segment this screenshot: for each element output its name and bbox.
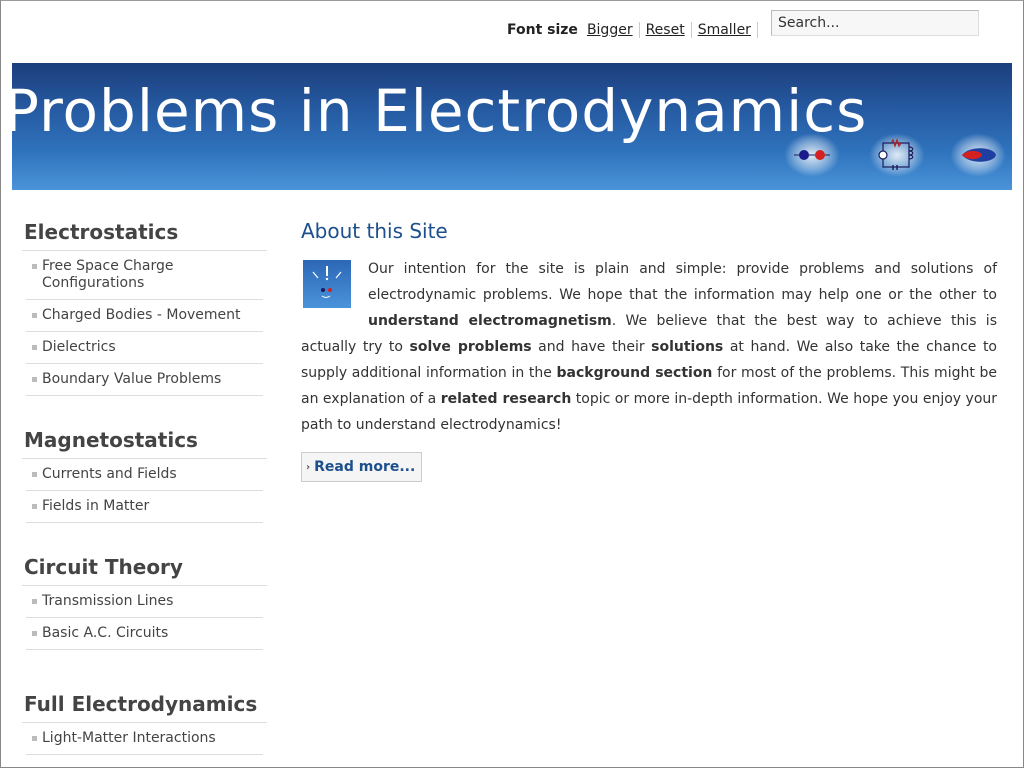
font-bigger-link[interactable]: Bigger (587, 22, 640, 38)
sidebar-heading: Full Electrodynamics (22, 690, 267, 723)
font-size-label: Font size (507, 22, 578, 38)
sidebar-item-fields-matter[interactable]: Fields in Matter (26, 491, 263, 523)
site-title: Problems in Electrodynamics (12, 77, 868, 145)
sidebar-item-free-space-charge[interactable]: Free Space Charge Configurations (26, 251, 263, 300)
font-reset-link[interactable]: Reset (646, 22, 692, 38)
radiation-pattern-icon (950, 133, 1006, 177)
article-emphasis: solve problems (409, 339, 532, 355)
search-input[interactable] (771, 10, 979, 36)
font-size-controls: Font size Bigger Reset Smaller (507, 22, 758, 38)
sidebar-item-boundary-value[interactable]: Boundary Value Problems (26, 364, 263, 396)
sidebar-heading: Electrostatics (22, 218, 267, 251)
article-text: Our intention for the site is plain and … (368, 261, 997, 303)
main-content: About this Site Our intention for the si… (301, 218, 997, 482)
read-more-label: Read more... (314, 459, 416, 475)
sidebar-heading: Circuit Theory (22, 553, 267, 586)
article-emphasis: solutions (651, 339, 724, 355)
sidebar-item-charged-bodies[interactable]: Charged Bodies - Movement (26, 300, 263, 332)
sidebar-heading: Magnetostatics (22, 426, 267, 459)
surprised-face-icon (303, 260, 351, 308)
sidebar-item-light-matter[interactable]: Light-Matter Interactions (26, 723, 263, 755)
sidebar-item-transmission-lines[interactable]: Transmission Lines (26, 586, 263, 618)
article-title[interactable]: About this Site (301, 218, 997, 250)
sidebar-item-dielectrics[interactable]: Dielectrics (26, 332, 263, 364)
sidebar-item-currents-fields[interactable]: Currents and Fields (26, 459, 263, 491)
sidebar: Electrostatics Free Space Charge Configu… (22, 218, 267, 755)
article-emphasis: understand electromagnetism (368, 313, 612, 329)
article-emphasis: background section (556, 365, 713, 381)
sidebar-section-full-electrodynamics: Full Electrodynamics Light-Matter Intera… (22, 690, 267, 755)
sidebar-section-magnetostatics: Magnetostatics Currents and Fields Field… (22, 426, 267, 523)
article-emphasis: related research (440, 391, 572, 407)
article-body: Our intention for the site is plain and … (301, 256, 997, 438)
article-text: and have their (531, 339, 652, 355)
circuit-icon (869, 133, 925, 177)
dipole-icon (784, 133, 840, 177)
sidebar-item-ac-circuits[interactable]: Basic A.C. Circuits (26, 618, 263, 650)
font-smaller-link[interactable]: Smaller (698, 22, 758, 38)
sidebar-section-circuit-theory: Circuit Theory Transmission Lines Basic … (22, 553, 267, 650)
chevron-right-icon: › (306, 461, 311, 473)
sidebar-section-electrostatics: Electrostatics Free Space Charge Configu… (22, 218, 267, 396)
read-more-button[interactable]: › Read more... (301, 452, 423, 482)
site-banner[interactable]: Problems in Electrodynamics (12, 63, 1012, 190)
